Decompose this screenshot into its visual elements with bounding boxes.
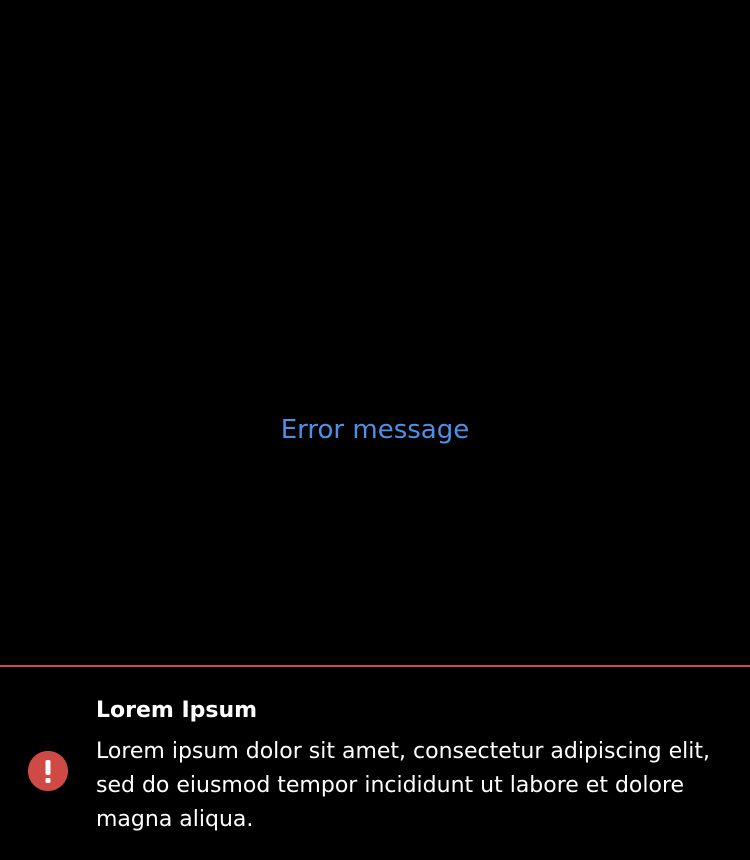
error-toast: Lorem Ipsum Lorem ipsum dolor sit amet, … [0,665,750,860]
app-screen: Error message Lorem Ipsum Lorem ipsum do… [0,0,750,860]
error-message-link[interactable]: Error message [0,410,750,450]
error-icon [28,751,68,791]
toast-title: Lorem Ipsum [96,698,258,723]
toast-message: Lorem ipsum dolor sit amet, consectetur … [96,739,710,832]
